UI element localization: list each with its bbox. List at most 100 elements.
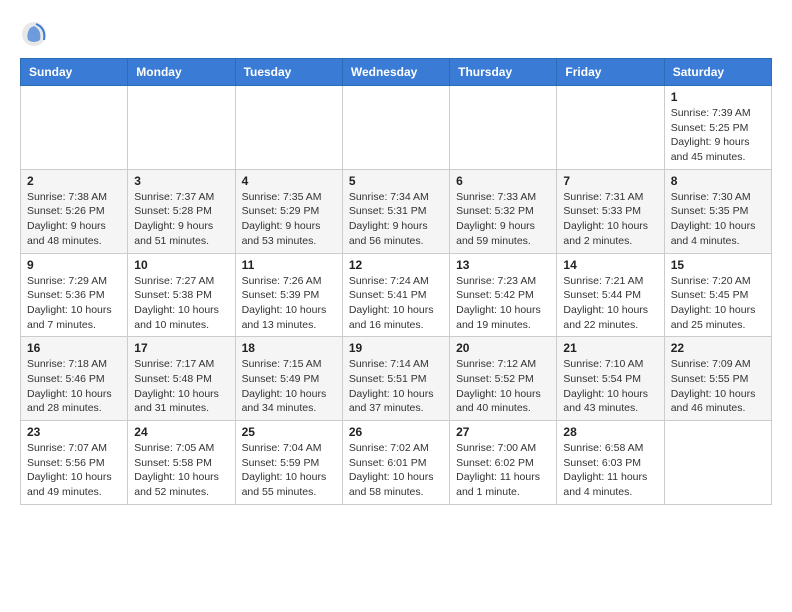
calendar-cell (664, 421, 771, 505)
day-number: 11 (242, 258, 336, 272)
calendar-cell: 3 Sunrise: 7:37 AMSunset: 5:28 PMDaylight… (128, 169, 235, 253)
calendar-week-row: 9 Sunrise: 7:29 AMSunset: 5:36 PMDaylight… (21, 253, 772, 337)
calendar-cell: 22Sunrise: 7:09 AMSunset: 5:55 PMDayligh… (664, 337, 771, 421)
day-number: 23 (27, 425, 121, 439)
day-number: 4 (242, 174, 336, 188)
calendar-cell: 28 Sunrise: 6:58 AMSunset: 6:03 PMDayligh… (557, 421, 664, 505)
calendar-cell: 9 Sunrise: 7:29 AMSunset: 5:36 PMDaylight… (21, 253, 128, 337)
calendar-header-sunday: Sunday (21, 59, 128, 86)
day-info: Sunrise: 7:23 AMSunset: 5:42 PMDaylight:… (456, 274, 550, 333)
day-info: Sunrise: 7:30 AMSunset: 5:35 PMDaylight:… (671, 190, 765, 249)
calendar-cell: 26 Sunrise: 7:02 AMSunset: 6:01 PMDayligh… (342, 421, 449, 505)
day-number: 17 (134, 341, 228, 355)
calendar-header-friday: Friday (557, 59, 664, 86)
day-number: 7 (563, 174, 657, 188)
day-number: 25 (242, 425, 336, 439)
day-info: Sunrise: 7:05 AMSunset: 5:58 PMDaylight:… (134, 441, 228, 500)
calendar-cell: 18 Sunrise: 7:15 AMSunset: 5:49 PMDayligh… (235, 337, 342, 421)
day-number: 8 (671, 174, 765, 188)
calendar-cell: 25 Sunrise: 7:04 AMSunset: 5:59 PMDayligh… (235, 421, 342, 505)
day-info: Sunrise: 7:02 AMSunset: 6:01 PMDaylight:… (349, 441, 443, 500)
day-info: Sunrise: 7:34 AMSunset: 5:31 PMDaylight:… (349, 190, 443, 249)
day-info: Sunrise: 7:21 AMSunset: 5:44 PMDaylight:… (563, 274, 657, 333)
day-number: 6 (456, 174, 550, 188)
calendar-cell: 4 Sunrise: 7:35 AMSunset: 5:29 PMDaylight… (235, 169, 342, 253)
day-number: 28 (563, 425, 657, 439)
day-number: 16 (27, 341, 121, 355)
day-number: 24 (134, 425, 228, 439)
calendar-header-tuesday: Tuesday (235, 59, 342, 86)
day-number: 2 (27, 174, 121, 188)
day-number: 3 (134, 174, 228, 188)
calendar-cell: 27 Sunrise: 7:00 AMSunset: 6:02 PMDayligh… (450, 421, 557, 505)
calendar-cell: 7Sunrise: 7:31 AMSunset: 5:33 PMDaylight… (557, 169, 664, 253)
calendar-header-row: SundayMondayTuesdayWednesdayThursdayFrid… (21, 59, 772, 86)
day-info: Sunrise: 7:26 AMSunset: 5:39 PMDaylight:… (242, 274, 336, 333)
day-info: Sunrise: 7:29 AMSunset: 5:36 PMDaylight:… (27, 274, 121, 333)
calendar-cell: 24 Sunrise: 7:05 AMSunset: 5:58 PMDayligh… (128, 421, 235, 505)
calendar-week-row: 2 Sunrise: 7:38 AMSunset: 5:26 PMDaylight… (21, 169, 772, 253)
calendar-cell: 15 Sunrise: 7:20 AMSunset: 5:45 PMDayligh… (664, 253, 771, 337)
day-info: Sunrise: 7:14 AMSunset: 5:51 PMDaylight:… (349, 357, 443, 416)
calendar-cell: 21 Sunrise: 7:10 AMSunset: 5:54 PMDayligh… (557, 337, 664, 421)
day-info: Sunrise: 7:12 AMSunset: 5:52 PMDaylight:… (456, 357, 550, 416)
calendar-week-row: 1 Sunrise: 7:39 AMSunset: 5:25 PMDaylight… (21, 86, 772, 170)
day-number: 12 (349, 258, 443, 272)
day-info: Sunrise: 6:58 AMSunset: 6:03 PMDaylight:… (563, 441, 657, 500)
calendar-cell: 16 Sunrise: 7:18 AMSunset: 5:46 PMDayligh… (21, 337, 128, 421)
calendar-header-monday: Monday (128, 59, 235, 86)
calendar-cell: 23 Sunrise: 7:07 AMSunset: 5:56 PMDayligh… (21, 421, 128, 505)
day-number: 10 (134, 258, 228, 272)
day-info: Sunrise: 7:04 AMSunset: 5:59 PMDaylight:… (242, 441, 336, 500)
calendar-cell: 1 Sunrise: 7:39 AMSunset: 5:25 PMDaylight… (664, 86, 771, 170)
calendar-cell: 2 Sunrise: 7:38 AMSunset: 5:26 PMDaylight… (21, 169, 128, 253)
page-header (20, 20, 772, 48)
day-number: 27 (456, 425, 550, 439)
day-info: Sunrise: 7:37 AMSunset: 5:28 PMDaylight:… (134, 190, 228, 249)
day-number: 19 (349, 341, 443, 355)
logo (20, 20, 52, 48)
calendar-cell: 6 Sunrise: 7:33 AMSunset: 5:32 PMDaylight… (450, 169, 557, 253)
calendar-cell: 13 Sunrise: 7:23 AMSunset: 5:42 PMDayligh… (450, 253, 557, 337)
calendar-cell: 12 Sunrise: 7:24 AMSunset: 5:41 PMDayligh… (342, 253, 449, 337)
day-number: 5 (349, 174, 443, 188)
day-number: 9 (27, 258, 121, 272)
calendar-cell (235, 86, 342, 170)
day-info: Sunrise: 7:10 AMSunset: 5:54 PMDaylight:… (563, 357, 657, 416)
calendar-cell: 5 Sunrise: 7:34 AMSunset: 5:31 PMDaylight… (342, 169, 449, 253)
day-info: Sunrise: 7:27 AMSunset: 5:38 PMDaylight:… (134, 274, 228, 333)
day-number: 14 (563, 258, 657, 272)
day-number: 26 (349, 425, 443, 439)
calendar-cell: 19 Sunrise: 7:14 AMSunset: 5:51 PMDayligh… (342, 337, 449, 421)
day-number: 18 (242, 341, 336, 355)
day-info: Sunrise: 7:38 AMSunset: 5:26 PMDaylight:… (27, 190, 121, 249)
day-info: Sunrise: 7:39 AMSunset: 5:25 PMDaylight:… (671, 106, 765, 165)
day-info: Sunrise: 7:33 AMSunset: 5:32 PMDaylight:… (456, 190, 550, 249)
day-info: Sunrise: 7:18 AMSunset: 5:46 PMDaylight:… (27, 357, 121, 416)
logo-icon (20, 20, 48, 48)
calendar-cell: 11 Sunrise: 7:26 AMSunset: 5:39 PMDayligh… (235, 253, 342, 337)
calendar-cell (450, 86, 557, 170)
day-number: 1 (671, 90, 765, 104)
day-info: Sunrise: 7:35 AMSunset: 5:29 PMDaylight:… (242, 190, 336, 249)
day-info: Sunrise: 7:17 AMSunset: 5:48 PMDaylight:… (134, 357, 228, 416)
calendar-cell: 17 Sunrise: 7:17 AMSunset: 5:48 PMDayligh… (128, 337, 235, 421)
calendar-cell: 8 Sunrise: 7:30 AMSunset: 5:35 PMDaylight… (664, 169, 771, 253)
calendar-cell: 10 Sunrise: 7:27 AMSunset: 5:38 PMDayligh… (128, 253, 235, 337)
day-number: 20 (456, 341, 550, 355)
day-number: 15 (671, 258, 765, 272)
day-info: Sunrise: 7:24 AMSunset: 5:41 PMDaylight:… (349, 274, 443, 333)
day-number: 21 (563, 341, 657, 355)
calendar-week-row: 23 Sunrise: 7:07 AMSunset: 5:56 PMDayligh… (21, 421, 772, 505)
calendar-cell (557, 86, 664, 170)
day-number: 22 (671, 341, 765, 355)
day-info: Sunrise: 7:00 AMSunset: 6:02 PMDaylight:… (456, 441, 550, 500)
day-info: Sunrise: 7:20 AMSunset: 5:45 PMDaylight:… (671, 274, 765, 333)
calendar-cell: 20 Sunrise: 7:12 AMSunset: 5:52 PMDayligh… (450, 337, 557, 421)
day-number: 13 (456, 258, 550, 272)
day-info: Sunrise: 7:15 AMSunset: 5:49 PMDaylight:… (242, 357, 336, 416)
calendar-cell (128, 86, 235, 170)
calendar-cell (21, 86, 128, 170)
day-info: Sunrise: 7:07 AMSunset: 5:56 PMDaylight:… (27, 441, 121, 500)
calendar-header-saturday: Saturday (664, 59, 771, 86)
